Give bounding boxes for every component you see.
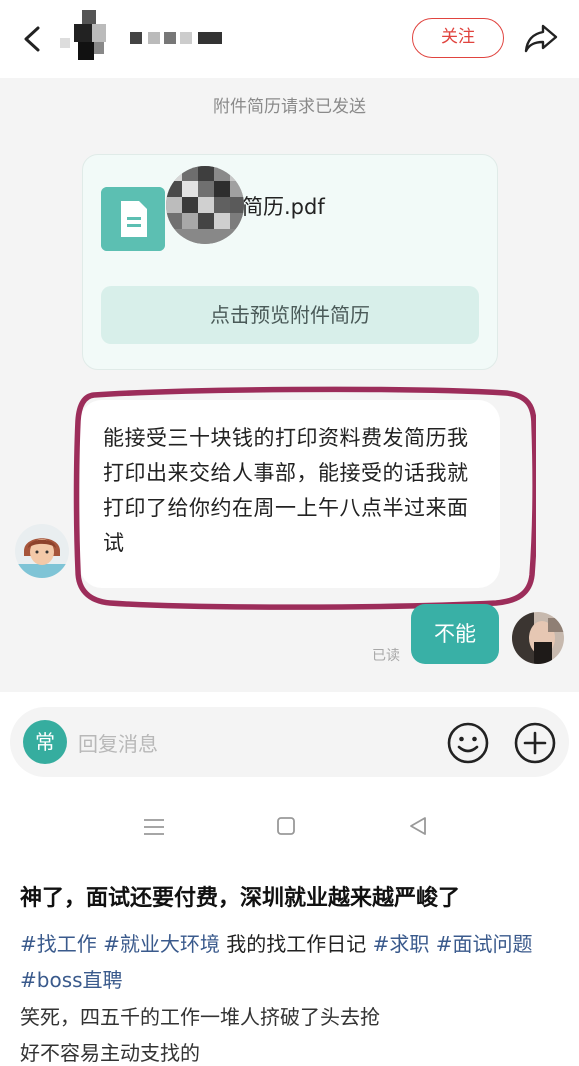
document-icon: [101, 187, 165, 251]
reply-bubble: 不能: [411, 604, 499, 664]
sender-avatar[interactable]: [15, 524, 69, 578]
read-status: 已读: [372, 648, 400, 664]
hashtag[interactable]: #boss直聘: [20, 968, 123, 992]
blurred-username: [130, 32, 222, 44]
quick-phrase-button[interactable]: 常: [23, 720, 67, 764]
reply-placeholder[interactable]: 回复消息: [78, 728, 158, 757]
hashtag[interactable]: #就业大环境: [103, 932, 220, 956]
hashtag[interactable]: #求职: [373, 932, 430, 956]
topic-text: 我的找工作日记: [226, 932, 367, 956]
message-text: 能接受三十块钱的打印资料费发简历我打印出来交给人事部，能接受的话我就打印了给你约…: [103, 426, 469, 555]
share-arrow-icon[interactable]: [522, 20, 560, 56]
post-comment: 笑死，四五千的工作一堆人挤破了头去抢: [20, 1005, 380, 1029]
blurred-avatar[interactable]: [60, 10, 120, 66]
home-square-icon[interactable]: [276, 816, 296, 836]
menu-icon[interactable]: [143, 818, 165, 836]
back-triangle-icon[interactable]: [407, 815, 429, 837]
hashtag[interactable]: #面试问题: [436, 932, 533, 956]
post-title: 神了，面试还要付费，深圳就业越来越严峻了: [20, 886, 461, 911]
smiley-icon[interactable]: [446, 721, 490, 765]
post-tags: #找工作 #就业大环境 我的找工作日记 #求职 #面试问题 #boss直聘: [20, 926, 565, 998]
file-name: 简历.pdf: [242, 195, 325, 219]
post-comment-partial: 好不容易主动支找的: [20, 1041, 200, 1065]
chevron-left-icon[interactable]: [18, 22, 48, 56]
preview-resume-button[interactable]: 点击预览附件简历: [101, 286, 479, 344]
plus-circle-icon[interactable]: [513, 721, 557, 765]
blurred-avatar-overlay: [166, 166, 244, 244]
follow-button[interactable]: 关注: [412, 18, 504, 58]
my-avatar[interactable]: [512, 612, 564, 664]
hashtag[interactable]: #找工作: [20, 932, 97, 956]
system-note: 附件简历请求已发送: [213, 97, 366, 117]
